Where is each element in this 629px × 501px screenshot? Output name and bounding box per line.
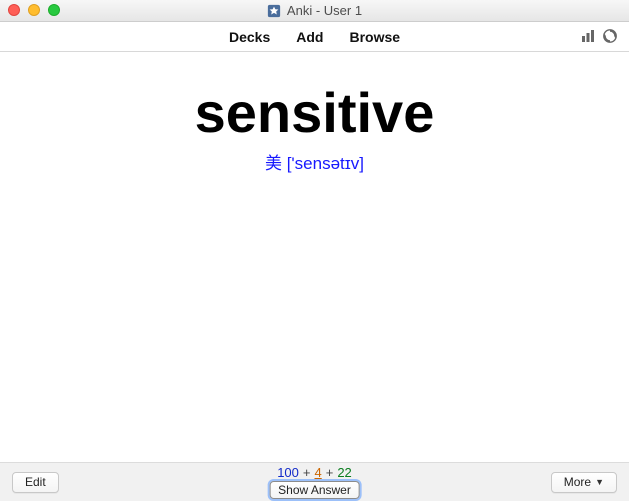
more-button-label: More (564, 475, 591, 489)
show-answer-button[interactable]: Show Answer (269, 481, 360, 499)
bottom-toolbar: Edit 100 + 4 + 22 Show Answer More ▼ (0, 463, 629, 501)
window-title-text: Anki - User 1 (287, 3, 362, 18)
count-sep-1: + (303, 465, 311, 480)
edit-button-label: Edit (25, 475, 46, 489)
center-controls: 100 + 4 + 22 Show Answer (269, 463, 360, 501)
due-counts: 100 + 4 + 22 (277, 465, 352, 480)
window-title: Anki - User 1 (267, 3, 362, 18)
count-review: 22 (337, 465, 351, 480)
menu-browse[interactable]: Browse (349, 29, 400, 45)
stats-icon[interactable] (579, 27, 597, 45)
menu-decks[interactable]: Decks (229, 29, 270, 45)
window-controls (8, 4, 60, 16)
card-pronunciation: 美 ['sensətɪv] (265, 149, 364, 174)
count-sep-2: + (326, 465, 334, 480)
chevron-down-icon: ▼ (595, 477, 604, 487)
app-icon (267, 4, 281, 18)
edit-button[interactable]: Edit (12, 472, 59, 493)
more-button[interactable]: More ▼ (551, 472, 617, 493)
zoom-icon[interactable] (48, 4, 60, 16)
window-titlebar: Anki - User 1 (0, 0, 629, 22)
count-new: 100 (277, 465, 299, 480)
show-answer-label: Show Answer (278, 483, 351, 497)
close-icon[interactable] (8, 4, 20, 16)
menu-add[interactable]: Add (296, 29, 323, 45)
card-front-text: sensitive (195, 80, 435, 145)
top-menu: Decks Add Browse (0, 22, 629, 52)
sync-icon[interactable] (601, 27, 619, 45)
flashcard-area: sensitive 美 ['sensətɪv] (0, 52, 629, 463)
minimize-icon[interactable] (28, 4, 40, 16)
count-learning: 4 (314, 465, 321, 480)
